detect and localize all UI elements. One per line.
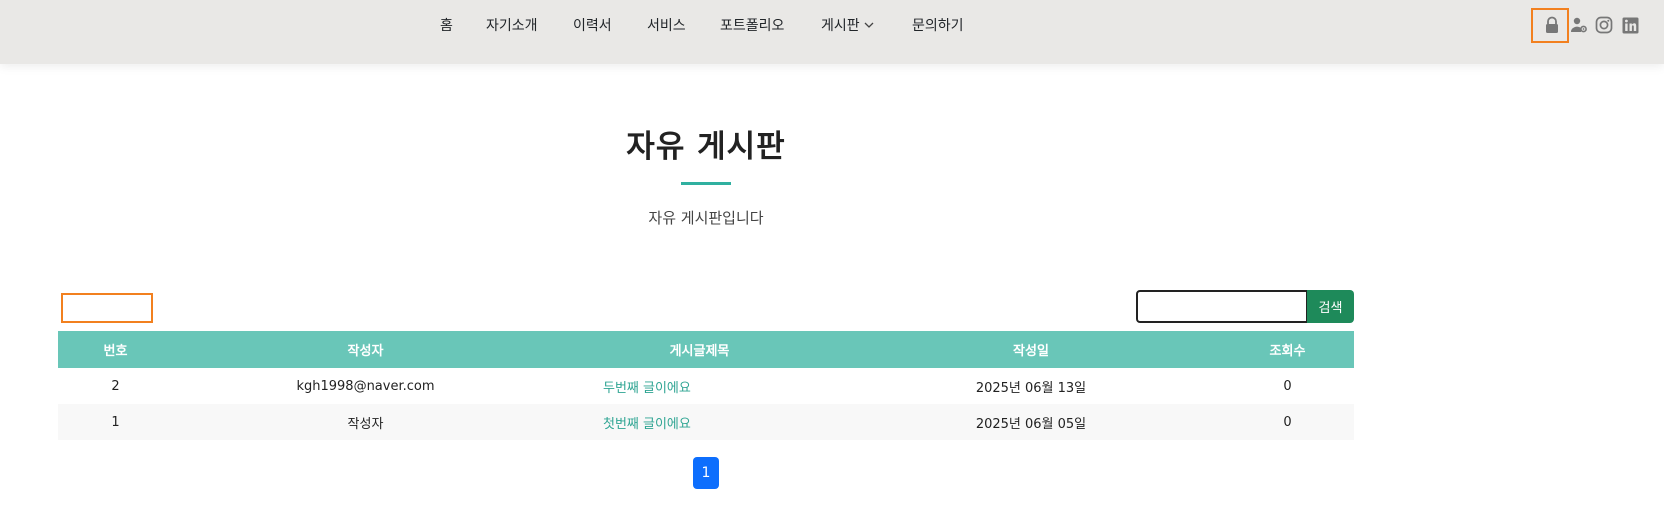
cell-number: 1 [58,404,173,440]
page-title: 자유 게시판 [626,129,786,165]
search-input[interactable] [1136,290,1308,323]
post-title-link[interactable]: 두번째 글이에요 [603,381,691,396]
column-header-views: 조회수 [1221,331,1354,368]
search-form: 검색 [1136,290,1354,323]
cell-views: 0 [1221,404,1354,440]
nav-item-board-label: 게시판 [821,18,860,34]
chevron-down-icon [864,18,874,34]
cell-number: 2 [111,378,120,394]
nav-item-board[interactable]: 게시판 [821,15,874,35]
write-button-highlight[interactable] [61,293,153,323]
nav-item-portfolio[interactable]: 포트폴리오 [720,15,784,35]
board-table: 번호 작성자 게시글제목 작성일 조회수 2 kgh1998@naver.com… [58,331,1354,440]
nav-item-resume[interactable]: 이력서 [573,15,612,35]
page-subtitle: 자유 게시판입니다 [648,209,764,227]
nav-item-contact[interactable]: 문의하기 [912,15,964,35]
table-row: 1 작성자 첫번째 글이에요 2025년 06월 05일 0 [58,404,1354,440]
cell-author: 작성자 [173,404,558,440]
cell-date: 2025년 06월 05일 [841,404,1221,440]
post-title-link[interactable]: 첫번째 글이에요 [603,417,691,432]
cell-date: 2025년 06월 13일 [975,380,1087,396]
lock-icon[interactable] [1542,15,1562,35]
cell-author: kgh1998@naver.com [296,378,435,394]
column-header-number: 번호 [58,331,173,368]
site-header: 홈 자기소개 이력서 서비스 포트폴리오 게시판 문의하기 [0,0,1664,64]
column-header-title: 게시글제목 [558,331,841,368]
cell-title: 두번째 글이에요 [558,368,841,404]
column-header-date: 작성일 [841,331,1221,368]
main-nav: 홈 자기소개 이력서 서비스 포트폴리오 게시판 문의하기 [0,0,1664,50]
page-button-current[interactable]: 1 [693,457,719,489]
title-divider [681,182,731,185]
cell-views: 0 [1283,378,1292,394]
table-header-row: 번호 작성자 게시글제목 작성일 조회수 [58,331,1354,368]
nav-item-home[interactable]: 홈 [440,15,453,35]
user-gear-icon[interactable] [1569,15,1589,35]
nav-item-services[interactable]: 서비스 [647,15,686,35]
cell-title: 첫번째 글이에요 [558,404,841,440]
search-button[interactable]: 검색 [1307,290,1354,323]
nav-item-about[interactable]: 자기소개 [486,15,538,35]
linkedin-icon[interactable] [1620,15,1640,35]
instagram-icon[interactable] [1594,15,1614,35]
table-row: 2 kgh1998@naver.com 두번째 글이에요 2025년 06월 1… [58,368,1354,404]
column-header-author: 작성자 [173,331,558,368]
